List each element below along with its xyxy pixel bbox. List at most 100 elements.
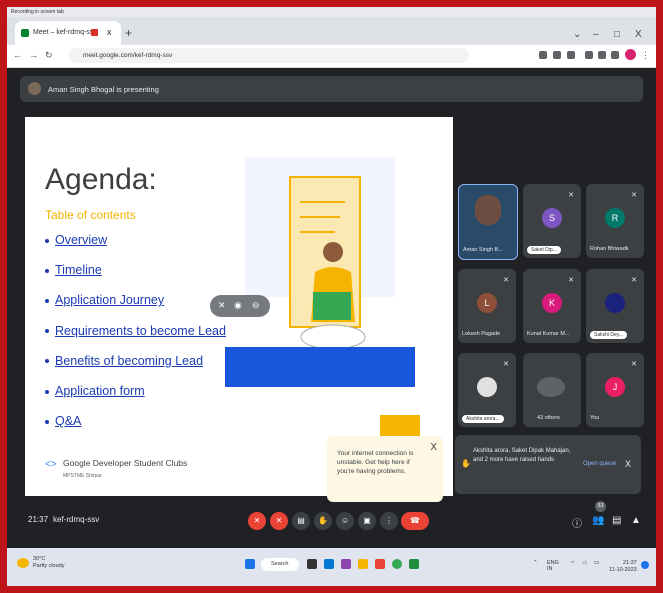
raised-hands-notification: ✋ Akshita arora, Saket Dipak Mahajan, an…: [455, 435, 641, 494]
participant-tile[interactable]: ✕ J You: [586, 353, 644, 427]
participant-video: [475, 195, 501, 225]
participant-avatar: [477, 377, 497, 397]
emoji-button[interactable]: ☺: [336, 512, 354, 530]
slide-title: Agenda:: [45, 163, 157, 196]
app-icon[interactable]: [375, 559, 385, 569]
translate-icon[interactable]: [553, 51, 561, 59]
agenda-item[interactable]: Application Journey: [45, 293, 226, 323]
present-button[interactable]: ▣: [358, 512, 376, 530]
more-icon[interactable]: ⊖: [252, 300, 260, 311]
reload-icon[interactable]: ↻: [45, 50, 53, 61]
tooltip-close-icon[interactable]: X: [430, 442, 437, 453]
app-icon[interactable]: [341, 559, 351, 569]
temperature: 30°C: [33, 556, 46, 562]
agenda-item[interactable]: Q&A: [45, 414, 226, 444]
volume-icon[interactable]: ◁: [582, 560, 586, 566]
tab-bar: Meet – kef-rdmq-ssv x + ⌄ – □ X: [7, 17, 656, 45]
gdsc-logo-icon: <>: [45, 459, 57, 470]
url-input[interactable]: meet.google.com/kef-rdmq-ssv: [69, 48, 469, 63]
presenting-banner: Aman Singh Bhogal is presenting: [20, 76, 643, 102]
agenda-item[interactable]: Timeline: [45, 263, 226, 293]
language-indicator[interactable]: ENG IN: [547, 560, 559, 572]
participant-tile[interactable]: Aman Singh B...: [458, 184, 518, 260]
info-icon[interactable]: ⓘ: [572, 515, 582, 530]
raise-hand-button[interactable]: ✋: [314, 512, 332, 530]
new-tab-button[interactable]: +: [125, 26, 132, 40]
file-explorer-icon[interactable]: [358, 559, 368, 569]
activities-icon[interactable]: ▲: [631, 515, 641, 526]
notification-close-icon[interactable]: X: [625, 459, 631, 469]
sidebar-icon[interactable]: [611, 51, 619, 59]
participant-initial: J: [605, 377, 625, 397]
profile-avatar[interactable]: [625, 49, 636, 60]
tab-search-icon[interactable]: ⌄: [573, 29, 581, 40]
app-icon[interactable]: [409, 559, 419, 569]
chrome-icon[interactable]: [392, 559, 402, 569]
mic-off-icon: ✕: [631, 277, 637, 284]
mic-off-icon: ✕: [568, 192, 574, 199]
tab-title: Meet – kef-rdmq-ssv: [33, 29, 97, 36]
task-view-icon[interactable]: [307, 559, 317, 569]
participant-name: Saket Dip...: [527, 246, 561, 254]
presenting-text: Aman Singh Bhogal is presenting: [48, 85, 159, 94]
captions-button[interactable]: ▤: [292, 512, 310, 530]
tab-meet[interactable]: Meet – kef-rdmq-ssv x: [15, 21, 121, 45]
close-window-button[interactable]: X: [635, 29, 642, 40]
taskbar-search[interactable]: Search: [261, 558, 299, 571]
participant-tile[interactable]: ✕ Sakshi Dey...: [586, 269, 644, 343]
extensions-icon[interactable]: [585, 51, 593, 59]
people-icon[interactable]: 👥: [592, 515, 604, 526]
minimize-button[interactable]: –: [593, 29, 599, 40]
meeting-time: 21:37: [28, 515, 49, 524]
weather-icon: [17, 558, 29, 568]
agenda-item[interactable]: Application form: [45, 384, 226, 414]
notification-icon[interactable]: [641, 561, 649, 569]
camera-button[interactable]: ✕: [270, 512, 288, 530]
participant-tile[interactable]: ✕ K Kunal Kumar M...: [523, 269, 581, 343]
participant-tile[interactable]: ✕ R Rohan Bhiwadk: [586, 184, 644, 258]
mic-off-icon: ✕: [503, 277, 509, 284]
forward-icon[interactable]: →: [29, 50, 38, 60]
mute-icon[interactable]: ✕: [218, 300, 226, 311]
meet-favicon-icon: [21, 29, 29, 37]
battery-icon[interactable]: ▭: [594, 560, 599, 566]
agenda-item[interactable]: Benefits of becoming Lead: [45, 354, 226, 384]
participant-initial: R: [605, 208, 625, 228]
volume-icon[interactable]: ◉: [234, 300, 242, 311]
window-title-strip: Recording in screen tab: [7, 7, 656, 17]
app-icon[interactable]: [324, 559, 334, 569]
participant-name: You: [590, 415, 600, 421]
participant-tile[interactable]: ✕ Akshita arora...: [458, 353, 516, 427]
agenda-item[interactable]: Overview: [45, 233, 226, 263]
agenda-item[interactable]: Requirements to become Lead: [45, 324, 226, 354]
camera-icon[interactable]: [539, 51, 547, 59]
weather-widget[interactable]: 30°C Partly cloudy: [17, 556, 65, 570]
address-bar: ← → ↻ meet.google.com/kef-rdmq-ssv ⋮: [7, 45, 656, 68]
back-icon[interactable]: ←: [13, 50, 22, 60]
maximize-button[interactable]: □: [614, 29, 620, 40]
tray-overflow-icon[interactable]: ⌃: [533, 560, 538, 566]
mic-button[interactable]: ✕: [248, 512, 266, 530]
chat-icon[interactable]: ▤: [612, 515, 621, 526]
participant-tile[interactable]: ✕ L Lokesh Pagade: [458, 269, 516, 343]
end-call-button[interactable]: ☎: [401, 512, 429, 530]
participant-avatar: [605, 293, 625, 313]
org-name: Google Developer Student Clubs: [63, 458, 188, 468]
participant-tile[interactable]: ✕ S Saket Dip...: [523, 184, 581, 258]
start-icon[interactable]: [245, 559, 255, 569]
menu-icon[interactable]: ⋮: [641, 50, 650, 61]
tab-close-icon[interactable]: x: [107, 27, 112, 37]
clock[interactable]: 21:37 11-10-2023: [609, 560, 637, 574]
slide-controls[interactable]: ✕ ◉ ⊖: [210, 295, 270, 317]
star-icon[interactable]: [567, 51, 575, 59]
participant-name: Lokesh Pagade: [462, 331, 501, 337]
participant-name: Kunal Kumar M...: [527, 331, 570, 337]
url-text: meet.google.com/kef-rdmq-ssv: [83, 52, 173, 59]
participant-tile[interactable]: 43 others: [523, 353, 581, 427]
network-icon[interactable]: ⌔: [570, 560, 575, 567]
download-icon[interactable]: [598, 51, 606, 59]
weather-text: Partly cloudy: [33, 563, 65, 569]
open-queue-button[interactable]: Open queue: [583, 461, 616, 467]
people-count: 53: [595, 501, 606, 512]
more-options-button[interactable]: ⋮: [380, 512, 398, 530]
